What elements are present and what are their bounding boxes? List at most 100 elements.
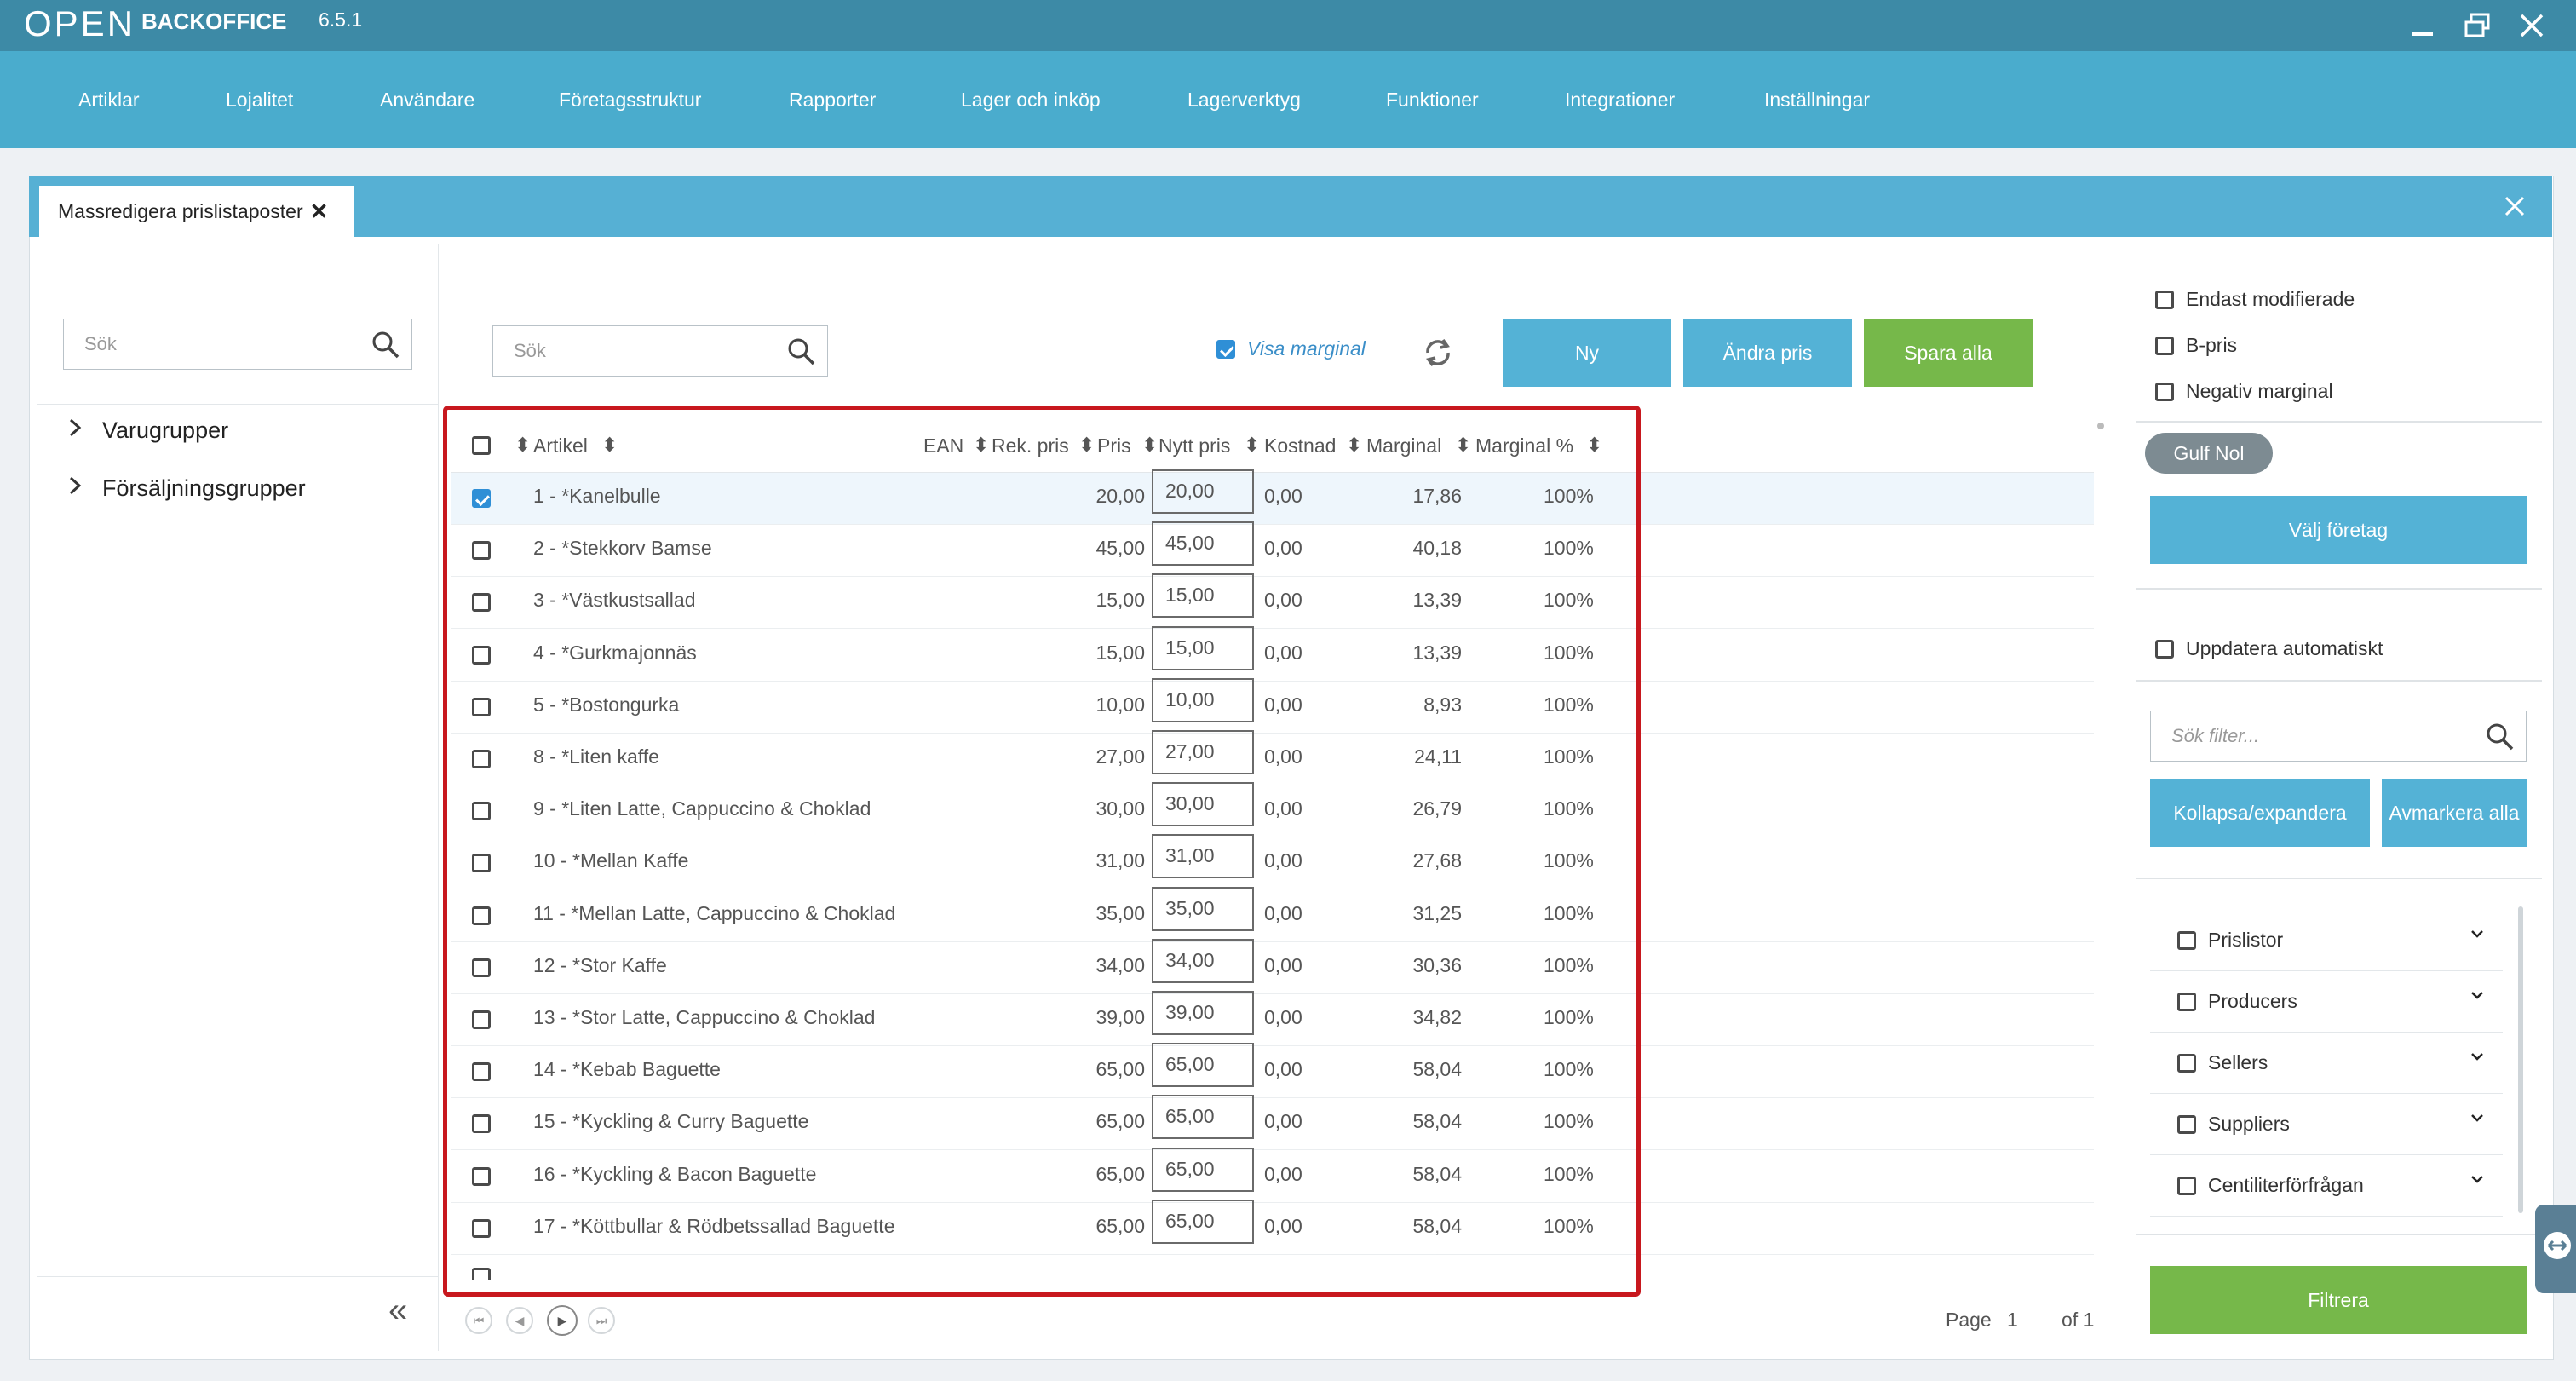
- collapse-left-icon[interactable]: «: [388, 1292, 407, 1330]
- menu-item-artiklar[interactable]: Artiklar: [78, 89, 140, 112]
- table-row[interactable]: 1 - *Kanelbulle 20,00 20,00 0,00 17,86 100%: [451, 469, 2094, 525]
- menu-item-funktioner[interactable]: Funktioner: [1386, 89, 1479, 112]
- grid-search-input[interactable]: Sök: [492, 325, 828, 377]
- table-row[interactable]: 5 - *Bostongurka 10,00 10,00 0,00 8,93 100%: [451, 677, 2094, 734]
- table-row[interactable]: 17 - *Köttbullar & Rödbetssallad Baguett…: [451, 1199, 2094, 1255]
- tab-massredigera[interactable]: Massredigera prislistaposter ✕: [39, 186, 354, 237]
- refresh-button[interactable]: [1419, 334, 1457, 371]
- header-ean[interactable]: EAN: [923, 434, 963, 457]
- new-price-input[interactable]: 39,00: [1152, 991, 1254, 1035]
- header-marginal[interactable]: Marginal: [1366, 434, 1441, 457]
- filter-prislistor[interactable]: Prislistor: [2150, 910, 2503, 971]
- checkbox-icon[interactable]: [2177, 1114, 2196, 1134]
- new-price-input[interactable]: 15,00: [1152, 625, 1254, 670]
- row-checkbox[interactable]: [472, 697, 491, 716]
- table-row[interactable]: 4 - *Gurkmajonnäs 15,00 15,00 0,00 13,39 100%: [451, 625, 2094, 682]
- menu-item-foretagsstruktur[interactable]: Företagsstruktur: [559, 89, 701, 112]
- chevron-down-icon[interactable]: [2470, 927, 2484, 941]
- menu-item-lager-och-inkop[interactable]: Lager och inköp: [961, 89, 1101, 112]
- menu-item-rapporter[interactable]: Rapporter: [789, 89, 876, 112]
- filter-button[interactable]: Filtrera: [2150, 1266, 2527, 1334]
- new-price-input[interactable]: 10,00: [1152, 677, 1254, 722]
- sort-icon[interactable]: ⬍: [515, 434, 531, 457]
- filter-sellers[interactable]: Sellers: [2150, 1033, 2503, 1094]
- filter-producers[interactable]: Producers: [2150, 971, 2503, 1033]
- sort-icon[interactable]: ⬍: [1244, 434, 1260, 457]
- search-icon[interactable]: [2485, 722, 2516, 752]
- header-artikel[interactable]: Artikel: [533, 434, 588, 457]
- new-price-input[interactable]: 35,00: [1152, 886, 1254, 931]
- table-row[interactable]: 16 - *Kyckling & Bacon Baguette 65,00 65,0…: [451, 1147, 2094, 1203]
- filter-search-input[interactable]: Sök filter...: [2150, 711, 2527, 762]
- new-price-input[interactable]: 34,00: [1152, 938, 1254, 983]
- new-button[interactable]: Ny: [1503, 319, 1671, 387]
- close-window-button[interactable]: [2513, 7, 2550, 44]
- menu-item-anvandare[interactable]: Användare: [380, 89, 474, 112]
- header-marginal-pct[interactable]: Marginal %: [1475, 434, 1573, 457]
- first-page-icon[interactable]: ⏮: [465, 1307, 492, 1334]
- new-price-input[interactable]: 27,00: [1152, 730, 1254, 774]
- chevron-down-icon[interactable]: [2470, 1111, 2484, 1125]
- header-pris[interactable]: Pris: [1097, 434, 1131, 457]
- table-row[interactable]: 9 - *Liten Latte, Cappuccino & Choklad 30…: [451, 782, 2094, 838]
- table-row[interactable]: 3 - *Västkustsallad 15,00 15,00 0,00 13,39 10…: [451, 573, 2094, 630]
- table-row[interactable]: 12 - *Stor Kaffe 34,00 34,00 0,00 30,36 100%: [451, 938, 2094, 994]
- new-price-input[interactable]: 65,00: [1152, 1147, 1254, 1192]
- row-checkbox[interactable]: [472, 645, 491, 665]
- menu-item-integrationer[interactable]: Integrationer: [1565, 89, 1675, 112]
- tab-close-icon[interactable]: ✕: [310, 199, 329, 225]
- sort-icon[interactable]: ⬍: [1078, 434, 1095, 457]
- b-price-checkbox[interactable]: B-pris: [2155, 334, 2237, 357]
- change-price-button[interactable]: Ändra pris: [1683, 319, 1852, 387]
- sort-icon[interactable]: ⬍: [1455, 434, 1471, 457]
- row-checkbox[interactable]: [472, 541, 491, 561]
- search-icon[interactable]: [786, 337, 817, 367]
- panel-close-button[interactable]: [2496, 187, 2533, 225]
- chevron-down-icon[interactable]: [2470, 988, 2484, 1002]
- side-handle[interactable]: [2535, 1205, 2576, 1293]
- table-row[interactable]: 10 - *Mellan Kaffe 31,00 31,00 0,00 27,68 100…: [451, 834, 2094, 890]
- chevron-down-icon[interactable]: [2470, 1050, 2484, 1063]
- show-margin-checkbox[interactable]: Visa marginal: [1216, 337, 1366, 360]
- row-checkbox[interactable]: [472, 1114, 491, 1134]
- new-price-input[interactable]: 65,00: [1152, 1199, 1254, 1244]
- header-nytt-pris[interactable]: Nytt pris: [1159, 434, 1230, 457]
- new-price-input[interactable]: 65,00: [1152, 1095, 1254, 1140]
- tree-item-varugrupper[interactable]: Varugrupper: [66, 417, 228, 444]
- row-checkbox[interactable]: [472, 1062, 491, 1082]
- row-checkbox[interactable]: [472, 489, 491, 508]
- row-checkbox[interactable]: [472, 1010, 491, 1029]
- menu-item-lojalitet[interactable]: Lojalitet: [226, 89, 293, 112]
- row-checkbox[interactable]: [472, 1166, 491, 1186]
- menu-item-lagerverktyg[interactable]: Lagerverktyg: [1187, 89, 1301, 112]
- restore-button[interactable]: [2458, 7, 2496, 44]
- table-row[interactable]: 11 - *Mellan Latte, Cappuccino & Choklad…: [451, 886, 2094, 942]
- menu-item-installningar[interactable]: Inställningar: [1764, 89, 1870, 112]
- header-kostnad[interactable]: Kostnad: [1264, 434, 1336, 457]
- company-chip[interactable]: Gulf Nol: [2145, 433, 2273, 474]
- new-price-input[interactable]: 45,00: [1152, 521, 1254, 567]
- checkbox-icon[interactable]: [2177, 1053, 2196, 1073]
- select-all-checkbox[interactable]: [472, 436, 491, 455]
- grid-scrollbar-thumb[interactable]: [2097, 423, 2104, 429]
- table-row[interactable]: 15 - *Kyckling & Curry Baguette 65,00 65,0…: [451, 1095, 2094, 1151]
- new-price-input[interactable]: 20,00: [1152, 469, 1254, 514]
- row-checkbox[interactable]: [472, 802, 491, 821]
- sort-icon[interactable]: ⬍: [1141, 434, 1158, 457]
- collapse-expand-button[interactable]: Kollapsa/expandera: [2150, 779, 2370, 847]
- sort-icon[interactable]: ⬍: [1586, 434, 1602, 457]
- table-row[interactable]: 14 - *Kebab Baguette 65,00 65,00 0,00 58,04 1…: [451, 1043, 2094, 1099]
- save-all-button[interactable]: Spara alla: [1864, 319, 2033, 387]
- row-checkbox[interactable]: [472, 593, 491, 613]
- checkbox-icon[interactable]: [2177, 1176, 2196, 1195]
- row-checkbox[interactable]: [472, 1218, 491, 1238]
- row-checkbox[interactable]: [472, 854, 491, 873]
- left-search-input[interactable]: Sök: [63, 319, 412, 370]
- sort-icon[interactable]: ⬍: [973, 434, 989, 457]
- chevron-down-icon[interactable]: [2470, 1172, 2484, 1186]
- table-row[interactable]: 2 - *Stekkorv Bamse 45,00 45,00 0,00 40,18 10…: [451, 521, 2094, 578]
- checkbox-icon[interactable]: [2177, 992, 2196, 1011]
- tree-item-forsaljningsgrupper[interactable]: Försäljningsgrupper: [66, 475, 306, 502]
- deselect-all-button[interactable]: Avmarkera alla: [2382, 779, 2527, 847]
- filter-centiliterforfragan[interactable]: Centiliterförfrågan: [2150, 1155, 2503, 1217]
